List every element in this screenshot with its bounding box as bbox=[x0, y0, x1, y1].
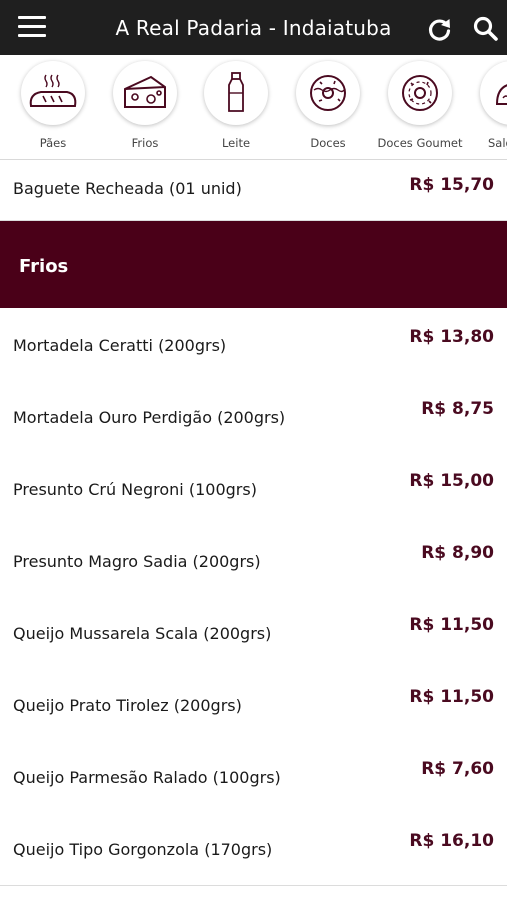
product-price: R$ 8,75 bbox=[421, 399, 494, 419]
product-row[interactable]: Mortadela Ouro Perdigão (200grs) R$ 8,75 bbox=[0, 381, 507, 454]
product-row[interactable]: Presunto Crú Negroni (100grs) R$ 15,00 bbox=[0, 453, 507, 526]
product-name: Queijo Prato Tirolez (200grs) bbox=[13, 696, 242, 715]
category-label: Doces Goumet bbox=[377, 136, 463, 150]
milk-bottle-icon bbox=[204, 61, 268, 125]
category-label: Frios bbox=[131, 136, 159, 150]
donut-icon bbox=[388, 61, 452, 125]
category-paes[interactable]: Pães bbox=[7, 61, 99, 150]
product-row[interactable]: Baguete Recheada (01 unid) R$ 15,70 bbox=[0, 160, 507, 221]
product-name: Baguete Recheada (01 unid) bbox=[13, 179, 242, 198]
donut-icon bbox=[296, 61, 360, 125]
product-row[interactable]: Queijo Parmesão Ralado (100grs) R$ 7,60 bbox=[0, 741, 507, 814]
product-row[interactable]: Presunto Magro Sadia (200grs) R$ 8,90 bbox=[0, 525, 507, 598]
product-row[interactable]: Queijo Tipo Gorgonzola (170grs) R$ 16,10 bbox=[0, 813, 507, 886]
product-price: R$ 7,60 bbox=[421, 759, 494, 779]
category-carousel[interactable]: Pães Frios Leite Doces Doces Goumet Sal bbox=[0, 55, 507, 160]
product-row[interactable]: Mortadela Ceratti (200grs) R$ 13,80 bbox=[0, 309, 507, 382]
search-icon[interactable] bbox=[472, 15, 499, 42]
category-label: Doces bbox=[310, 136, 346, 150]
product-name: Queijo Mussarela Scala (200grs) bbox=[13, 624, 272, 643]
savory-icon bbox=[480, 61, 507, 125]
product-price: R$ 16,10 bbox=[409, 831, 494, 851]
bread-icon bbox=[21, 61, 85, 125]
product-price: R$ 11,50 bbox=[409, 687, 494, 707]
section-title: Frios bbox=[19, 256, 69, 277]
product-price: R$ 11,50 bbox=[409, 615, 494, 635]
refresh-icon[interactable] bbox=[427, 16, 453, 42]
category-label: Pães bbox=[39, 136, 67, 150]
category-doces[interactable]: Doces bbox=[282, 61, 374, 150]
product-name: Queijo Tipo Gorgonzola (170grs) bbox=[13, 840, 273, 859]
product-price: R$ 13,80 bbox=[409, 327, 494, 347]
category-salgados[interactable]: Salg bbox=[466, 61, 507, 150]
cheese-icon bbox=[113, 61, 177, 125]
product-name: Queijo Parmesão Ralado (100grs) bbox=[13, 768, 281, 787]
product-name: Presunto Magro Sadia (200grs) bbox=[13, 552, 261, 571]
product-row[interactable]: Queijo Prato Tirolez (200grs) R$ 11,50 bbox=[0, 669, 507, 742]
product-price: R$ 15,00 bbox=[409, 471, 494, 491]
category-leite[interactable]: Leite bbox=[190, 61, 282, 150]
category-doces-goumet[interactable]: Doces Goumet bbox=[374, 61, 466, 150]
category-frios[interactable]: Frios bbox=[99, 61, 191, 150]
app-bar: A Real Padaria - Indaiatuba bbox=[0, 0, 507, 55]
category-label: Salg bbox=[488, 136, 507, 150]
product-name: Mortadela Ceratti (200grs) bbox=[13, 336, 227, 355]
product-name: Mortadela Ouro Perdigão (200grs) bbox=[13, 408, 286, 427]
product-name: Presunto Crú Negroni (100grs) bbox=[13, 480, 257, 499]
category-label: Leite bbox=[221, 136, 251, 150]
product-row[interactable]: Queijo Mussarela Scala (200grs) R$ 11,50 bbox=[0, 597, 507, 670]
product-price: R$ 15,70 bbox=[409, 175, 494, 195]
section-header-frios: Frios bbox=[0, 221, 507, 308]
product-price: R$ 8,90 bbox=[421, 543, 494, 563]
